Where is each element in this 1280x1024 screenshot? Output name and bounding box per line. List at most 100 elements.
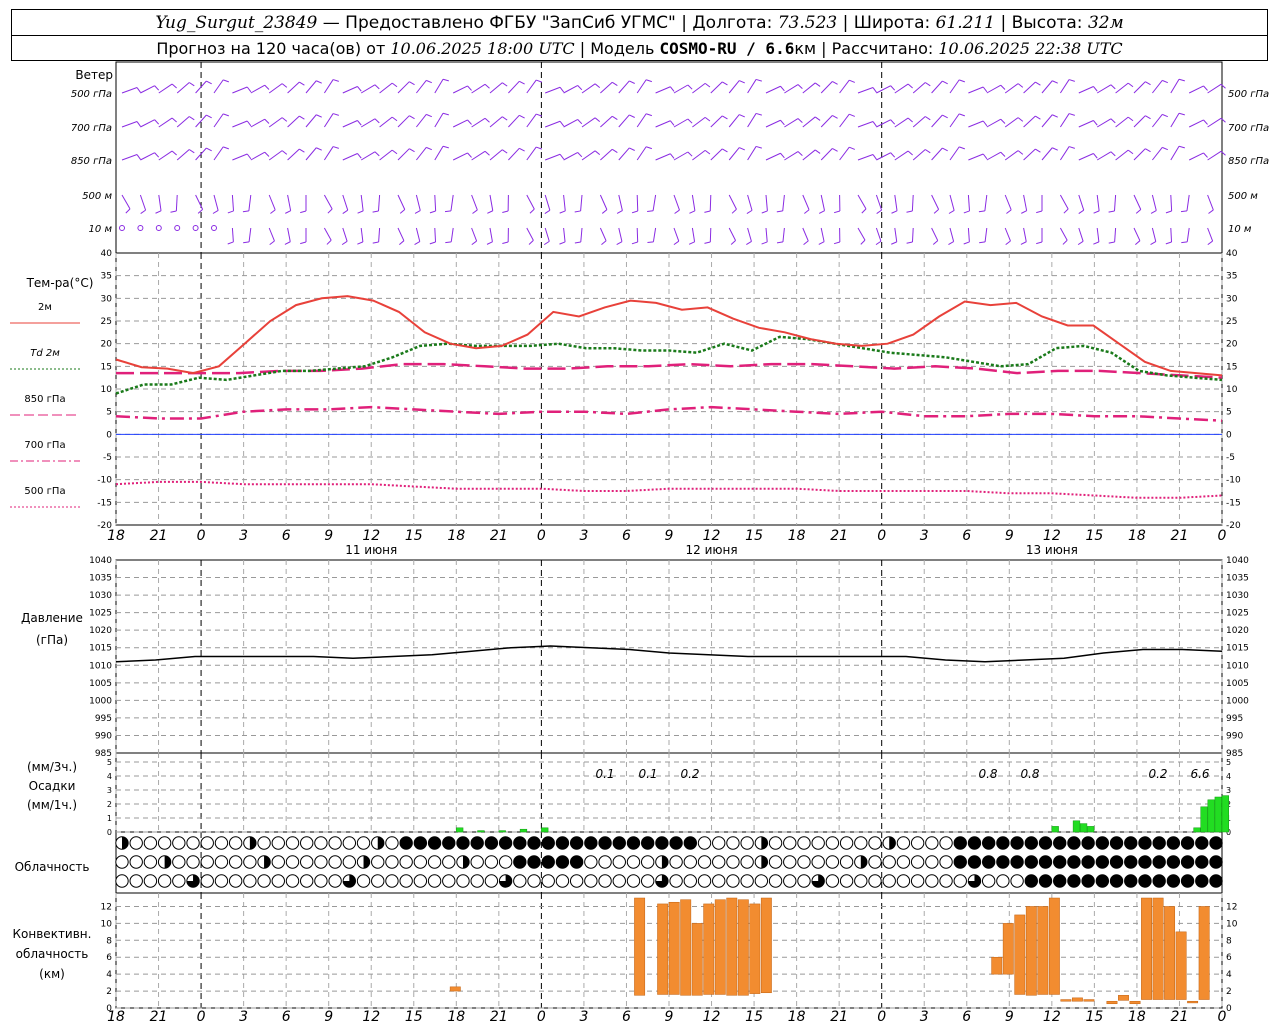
cloud-cover-circle (498, 855, 513, 869)
wind-barb-icon (710, 148, 723, 161)
temp-ytick-left: 20 (101, 340, 113, 350)
wind-barb-feather (170, 210, 177, 213)
wind-barb-icon (563, 85, 578, 94)
wind-barb-feather (270, 209, 276, 214)
cloud-cover-icon (925, 855, 939, 869)
wind-barb-feather (616, 241, 623, 245)
wind-barb-feather (948, 210, 955, 214)
cloud-cover-icon (783, 855, 797, 869)
hour-label-upper: 0 (877, 528, 886, 544)
wind-barb-feather (731, 208, 737, 214)
wind-barb-feather (687, 151, 693, 157)
cloud-cover-circle (1067, 836, 1081, 850)
wind-barb-feather (357, 86, 362, 92)
cloud-cover-circle (484, 874, 499, 888)
wind-barb-feather (227, 241, 234, 245)
wind-barb-icon (784, 84, 799, 94)
cloud-cover-circle (555, 836, 570, 850)
conv-cloud-bar (1060, 999, 1072, 1002)
cloud-cover-circle (939, 855, 953, 869)
wind-barb-feather (814, 116, 821, 121)
wind-barb-feather (739, 147, 745, 151)
wind-barb-icon (857, 227, 866, 241)
wind-barb-feather (832, 81, 838, 85)
wind-barb-icon (1096, 227, 1100, 242)
cloud-cover-circle (626, 874, 641, 888)
wind-barb-feather (982, 153, 988, 160)
wind-barb-icon (747, 146, 757, 161)
cloud-cover-icon (470, 874, 484, 888)
wind-barb-feather (1068, 113, 1075, 116)
wind-barb-feather (982, 86, 988, 93)
hour-label-lower: 9 (324, 1009, 333, 1024)
cloud-cover-circle (768, 855, 783, 869)
wind-barb-feather (136, 154, 141, 160)
cloud-cover-icon (541, 874, 555, 888)
wind-barb-feather (601, 209, 608, 214)
cloud-cover-icon (1038, 874, 1053, 888)
wind-barb-icon (563, 227, 566, 242)
wind-barb-icon (1207, 150, 1222, 161)
wind-barb-icon (213, 79, 224, 94)
wind-barb-icon (692, 116, 706, 128)
wind-barb-icon (839, 146, 850, 161)
cloud-cover-icon (754, 874, 769, 888)
wind-barb-icon (287, 148, 300, 161)
wind-barb-feather (755, 112, 762, 116)
wind-barb-feather (872, 87, 877, 93)
cloud-cover-icon (797, 874, 811, 888)
wind-barb-feather (502, 241, 509, 244)
wind-barb-icon (802, 116, 816, 128)
wind-calm-icon (174, 225, 181, 231)
wind-barb-icon (802, 149, 816, 161)
cloud-cover-circle (669, 874, 683, 888)
cloud-cover-circle (640, 855, 655, 869)
wind-barb-feather (1036, 210, 1043, 214)
hour-label-lower: 15 (745, 1009, 763, 1024)
cloud-cover-circle (1109, 836, 1124, 850)
cloud-cover-circle (584, 874, 598, 888)
cloud-cover-icon (498, 855, 513, 869)
wind-barb-feather (242, 210, 249, 213)
cloud-cover-icon (498, 874, 513, 888)
wind-barb-feather (559, 86, 565, 93)
press-ytick-right: 1035 (1226, 574, 1249, 584)
wind-barb-feather (1178, 112, 1185, 116)
conv-ytick-left: 4 (106, 970, 112, 980)
temp-ytick-left: 25 (101, 317, 112, 327)
wind-barb-icon (250, 118, 266, 128)
wind-barb-feather (1020, 241, 1027, 245)
cloud-cover-circle (996, 874, 1010, 888)
wind-barb-icon (655, 86, 671, 94)
wind-barb-feather (188, 149, 195, 154)
wind-barb-icon (213, 146, 224, 161)
cloud-cover-icon (399, 836, 413, 850)
cloud-cover-circle (342, 855, 357, 869)
hour-label-upper: 6 (282, 528, 291, 544)
cloud-cover-icon (967, 874, 982, 888)
wind-barb-feather (332, 79, 339, 82)
cloud-cover-icon (143, 836, 158, 850)
wind-barb-feather (1035, 115, 1041, 120)
wind-barb-feather (872, 154, 877, 160)
wind-barb-icon (526, 194, 535, 210)
wind-barb-icon (342, 194, 349, 211)
wind-level-left: 500 гПа (71, 89, 112, 100)
wind-barb-icon (1151, 227, 1157, 242)
hour-label-lower: 12 (362, 1009, 380, 1024)
precip-ytick-left: 5 (107, 758, 112, 767)
cloud-cover-circle (314, 855, 328, 869)
cloud-cover-circle (1053, 874, 1067, 888)
hour-label-upper: 21 (830, 528, 848, 544)
cloud-cover-icon (257, 855, 271, 869)
wind-barb-feather (776, 210, 783, 213)
precip-unit-3h: (мм/3ч.) (27, 760, 77, 774)
conv-ytick-right: 10 (1226, 919, 1238, 929)
cloud-cover-circle (569, 855, 584, 869)
wind-barb-feather (818, 210, 825, 214)
cloud-cover-circle (882, 855, 896, 869)
wind-barb-feather (536, 79, 543, 83)
temp-legend-label: Td 2м (30, 348, 60, 359)
cloud-cover-icon (356, 855, 371, 869)
cloud-cover-circle (1138, 874, 1152, 888)
